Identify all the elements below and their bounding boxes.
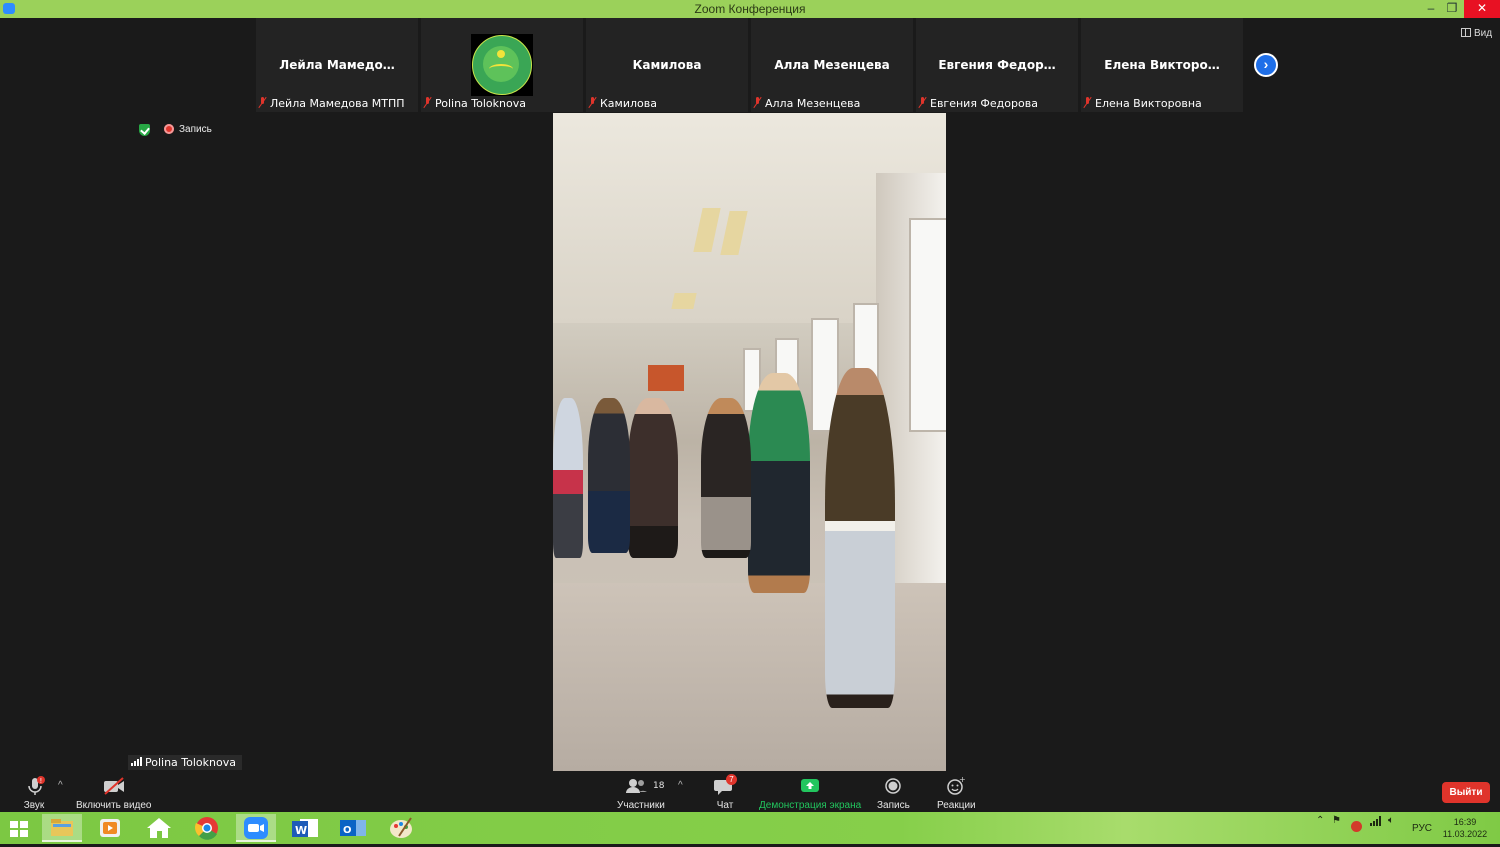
participant-display-name: Евгения Федор…	[938, 58, 1056, 72]
chrome-icon[interactable]	[187, 814, 227, 842]
grid-view-icon	[1461, 28, 1471, 37]
audio-button[interactable]: ! Звук	[22, 776, 46, 811]
windows-start-icon[interactable]	[10, 821, 30, 839]
participant-tile[interactable]: Алла Мезенцева Алла Мезенцева	[751, 18, 913, 112]
participant-label: Елена Викторовна	[1083, 97, 1202, 110]
participant-label: Polina Toloknova	[423, 97, 526, 110]
participant-display-name: Лейла Мамедо…	[279, 58, 395, 72]
participants-icon: 18	[618, 776, 665, 796]
participant-label: Алла Мезенцева	[753, 97, 860, 110]
mic-muted-icon	[423, 97, 432, 108]
participants-button[interactable]: 18 Участники	[617, 776, 665, 811]
participant-label: Камилова	[588, 97, 657, 110]
share-screen-button[interactable]: Демонстрация экрана	[759, 776, 861, 811]
shared-video	[553, 113, 946, 771]
tray-overflow-icon[interactable]: ⌃	[1316, 815, 1324, 826]
title-bar: Zoom Конференция – ❐ ✕	[0, 0, 1500, 18]
media-player-icon[interactable]	[90, 814, 130, 842]
volume-icon[interactable]: 🔈︎	[1388, 815, 1394, 826]
view-button[interactable]: Вид	[1461, 28, 1492, 39]
leave-meeting-button[interactable]: Выйти	[1442, 782, 1490, 803]
minimize-icon[interactable]: –	[1420, 0, 1442, 18]
security-shield-icon[interactable]	[139, 124, 150, 136]
mic-muted-icon	[918, 97, 927, 108]
participant-tile[interactable]: Камилова Камилова	[586, 18, 748, 112]
clock-time: 16:39	[1453, 817, 1477, 827]
participants-count: 18	[653, 781, 664, 791]
clock-date: 11.03.2022	[1442, 829, 1488, 839]
mic-muted-icon	[1083, 97, 1092, 108]
antivirus-icon[interactable]	[1351, 821, 1362, 832]
record-dot-icon	[164, 124, 174, 134]
close-icon[interactable]: ✕	[1464, 0, 1500, 18]
word-icon[interactable]: W	[285, 814, 325, 842]
svg-text:W: W	[295, 824, 307, 837]
participant-tile[interactable]: Лейла Мамедо… Лейла Мамедова МТПП	[256, 18, 418, 112]
participants-options-caret-icon[interactable]: ^	[678, 780, 683, 791]
chat-button[interactable]: 7 Чат	[713, 774, 737, 811]
window-title: Zoom Конференция	[694, 2, 806, 16]
participant-display-name: Елена Викторо…	[1104, 58, 1220, 72]
reactions-button[interactable]: + Реакции	[937, 775, 976, 811]
chat-icon: 7	[713, 774, 737, 796]
svg-text:!: !	[40, 777, 43, 785]
home-icon[interactable]	[139, 814, 179, 842]
start-video-button[interactable]: Включить видео	[76, 776, 152, 811]
svg-text:O: O	[343, 825, 352, 836]
restore-icon[interactable]: ❐	[1441, 0, 1463, 18]
record-button[interactable]: Запись	[877, 776, 910, 811]
language-indicator[interactable]: РУС	[1412, 823, 1432, 834]
video-off-icon	[102, 776, 126, 796]
svg-text:+: +	[959, 776, 966, 784]
paint-icon[interactable]	[381, 814, 421, 842]
mic-muted-icon	[588, 97, 597, 108]
participant-tile[interactable]: Елена Викторо… Елена Викторовна	[1081, 18, 1243, 112]
share-screen-icon	[798, 776, 822, 796]
chevron-right-icon: ›	[1263, 56, 1269, 72]
mic-muted-icon	[258, 97, 267, 108]
microphone-alert-icon: !	[22, 776, 46, 796]
record-icon	[881, 776, 905, 796]
zoom-taskbar-icon[interactable]	[236, 814, 276, 842]
chat-unread-badge: 7	[726, 774, 737, 785]
next-page-button[interactable]: ›	[1254, 53, 1278, 77]
flag-icon[interactable]: ⚑	[1332, 815, 1341, 826]
participant-display-name: Камилова	[632, 58, 702, 72]
network-icon[interactable]	[1370, 815, 1384, 830]
participant-tile[interactable]: Евгения Федор… Евгения Федорова	[916, 18, 1078, 112]
file-explorer-icon[interactable]	[42, 814, 82, 842]
audio-options-caret-icon[interactable]: ^	[58, 780, 63, 791]
avatar	[471, 34, 533, 96]
reactions-icon: +	[944, 775, 968, 796]
mic-muted-icon	[753, 97, 762, 108]
participant-label: Евгения Федорова	[918, 97, 1038, 110]
signal-bars-icon	[131, 757, 142, 766]
participant-tile[interactable]: Polina Toloknova	[421, 18, 583, 112]
outlook-icon[interactable]: O	[333, 814, 373, 842]
recording-indicator[interactable]: Запись	[164, 124, 212, 135]
participant-label: Лейла Мамедова МТПП	[258, 97, 405, 110]
active-speaker-badge: Polina Toloknova	[128, 755, 242, 770]
meeting-toolbar: ! Звук ^ Включить видео 18 Участники ^ 7…	[0, 772, 1500, 812]
windows-taskbar: W O	[0, 812, 1500, 844]
participant-display-name: Алла Мезенцева	[774, 58, 890, 72]
system-clock[interactable]: 16:39 11.03.2022	[1442, 816, 1488, 840]
